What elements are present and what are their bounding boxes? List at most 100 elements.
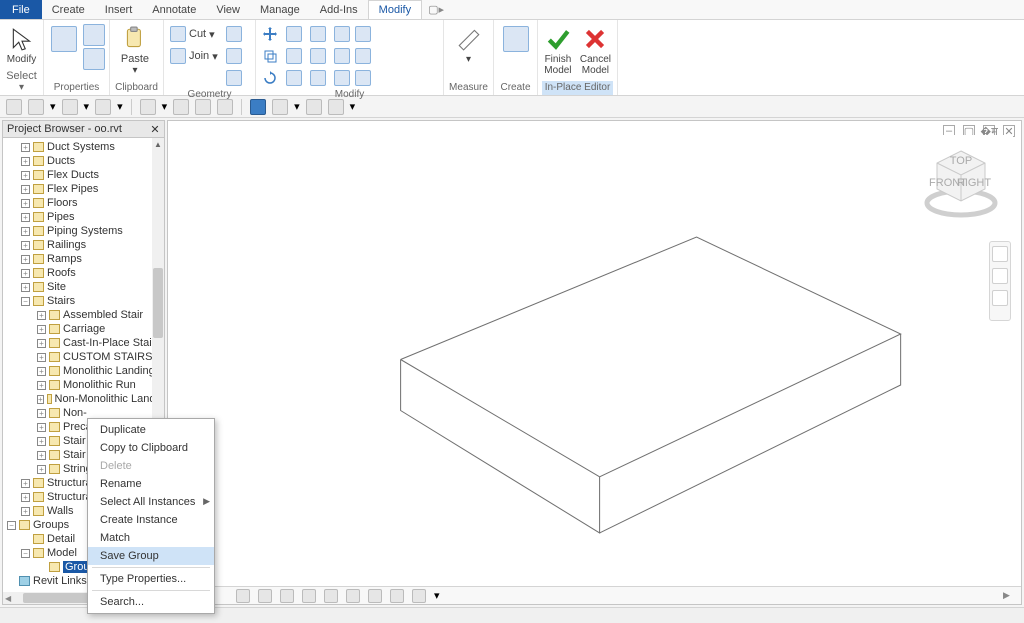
- tree-node[interactable]: Flex Ducts: [3, 168, 164, 182]
- cancel-model-button[interactable]: Cancel Model: [578, 24, 613, 76]
- tree-node[interactable]: Piping Systems: [3, 224, 164, 238]
- tree-node[interactable]: Non-Monolithic Landin: [3, 392, 164, 406]
- tree-node[interactable]: Cast-In-Place Stair: [3, 336, 164, 350]
- qat-icon7[interactable]: [217, 99, 233, 115]
- tab-create[interactable]: Create: [42, 0, 95, 19]
- select-tool[interactable]: Modify: [4, 24, 39, 65]
- move-icon[interactable]: [260, 24, 280, 44]
- vb-icon3[interactable]: [280, 589, 294, 603]
- vb-icon7[interactable]: [368, 589, 382, 603]
- tree-node[interactable]: Flex Pipes: [3, 182, 164, 196]
- menu-item[interactable]: Match: [88, 529, 214, 547]
- project-browser-title[interactable]: Project Browser - oo.rvt ✕: [3, 121, 164, 138]
- qat-icon6[interactable]: [195, 99, 211, 115]
- menu-item[interactable]: Rename: [88, 475, 214, 493]
- vb-shadows-icon[interactable]: [324, 589, 338, 603]
- geom-icon2[interactable]: [224, 46, 244, 66]
- menu-item[interactable]: Save Group: [88, 547, 214, 565]
- mirror-icon[interactable]: [286, 48, 302, 64]
- tree-node[interactable]: Pipes: [3, 210, 164, 224]
- scale-icon[interactable]: [334, 70, 350, 86]
- nav-pan-icon[interactable]: [992, 268, 1008, 284]
- geom-icon3[interactable]: [224, 68, 244, 88]
- qat-icon5[interactable]: [173, 99, 189, 115]
- tree-node[interactable]: Monolithic Landing: [3, 364, 164, 378]
- tree-node[interactable]: Duct Systems: [3, 140, 164, 154]
- mod-icon-b[interactable]: [355, 26, 371, 42]
- tab-view[interactable]: View: [206, 0, 250, 19]
- mod-icon-c[interactable]: [334, 48, 350, 64]
- vb-crop-icon[interactable]: [390, 589, 404, 603]
- vb-icon1[interactable]: [236, 589, 250, 603]
- copy-icon[interactable]: [260, 46, 280, 66]
- vb-icon6[interactable]: [346, 589, 360, 603]
- qat-icon10[interactable]: [306, 99, 322, 115]
- tab-annotate[interactable]: Annotate: [142, 0, 206, 19]
- qat-print-icon[interactable]: [140, 99, 156, 115]
- create-button[interactable]: x: [498, 24, 533, 65]
- split-icon[interactable]: [310, 48, 326, 64]
- tree-node[interactable]: Ramps: [3, 252, 164, 266]
- finish-model-button[interactable]: Finish Model: [542, 24, 574, 76]
- nav-wheel-icon[interactable]: [992, 246, 1008, 262]
- tree-node[interactable]: Stairs: [3, 294, 164, 308]
- context-menu: DuplicateCopy to ClipboardDeleteRenameSe…: [87, 418, 215, 614]
- tree-node[interactable]: Ducts: [3, 154, 164, 168]
- array-icon[interactable]: [310, 70, 326, 86]
- vb-sunpath-icon[interactable]: [302, 589, 316, 603]
- tree-node[interactable]: Floors: [3, 196, 164, 210]
- offset-icon[interactable]: [286, 70, 302, 86]
- qat-icon9[interactable]: [272, 99, 288, 115]
- menu-item[interactable]: Duplicate: [88, 421, 214, 439]
- trim-icon[interactable]: [310, 26, 326, 42]
- menu-item[interactable]: Create Instance: [88, 511, 214, 529]
- group-properties-label: Properties: [48, 81, 105, 95]
- qat-undo-icon[interactable]: [62, 99, 78, 115]
- qat-save-icon[interactable]: [28, 99, 44, 115]
- qat-icon11[interactable]: [328, 99, 344, 115]
- tab-addins[interactable]: Add-Ins: [310, 0, 368, 19]
- tree-node[interactable]: Railings: [3, 238, 164, 252]
- mod-icon-d[interactable]: [355, 48, 371, 64]
- type-selector-icon[interactable]: [83, 24, 105, 46]
- vb-icon9[interactable]: [412, 589, 426, 603]
- play-icon[interactable]: ▢▸: [422, 0, 450, 19]
- properties-button[interactable]: x: [48, 24, 79, 65]
- model-canvas[interactable]: [176, 135, 1013, 584]
- mod-icon-f[interactable]: [355, 70, 371, 86]
- navigation-bar[interactable]: [989, 241, 1011, 321]
- vb-icon2[interactable]: [258, 589, 272, 603]
- tree-node[interactable]: Monolithic Run: [3, 378, 164, 392]
- prop-icon2[interactable]: [83, 48, 105, 70]
- qat-thin-lines-icon[interactable]: [250, 99, 266, 115]
- 3d-viewport[interactable]: – ▢ �म ✕ TOP FRONT RIGHT: [167, 120, 1022, 605]
- menu-item[interactable]: Search...: [88, 593, 214, 611]
- tab-insert[interactable]: Insert: [95, 0, 143, 19]
- tab-manage[interactable]: Manage: [250, 0, 310, 19]
- tree-node[interactable]: Carriage: [3, 322, 164, 336]
- paste-button[interactable]: Paste▾: [114, 24, 156, 76]
- tree-node[interactable]: CUSTOM STAIRS: [3, 350, 164, 364]
- menu-item[interactable]: Type Properties...: [88, 570, 214, 588]
- tab-modify[interactable]: Modify: [368, 0, 422, 19]
- qat-icon[interactable]: [6, 99, 22, 115]
- rotate-icon[interactable]: [260, 68, 280, 88]
- tree-node[interactable]: Site: [3, 280, 164, 294]
- measure-button[interactable]: ▾: [448, 24, 489, 65]
- tree-node[interactable]: Roofs: [3, 266, 164, 280]
- tree-node[interactable]: Assembled Stair: [3, 308, 164, 322]
- menu-item[interactable]: Select All Instances▶: [88, 493, 214, 511]
- qat-redo-icon[interactable]: [95, 99, 111, 115]
- menu-item[interactable]: Copy to Clipboard: [88, 439, 214, 457]
- cut-button[interactable]: Cut ▾: [168, 24, 220, 44]
- align-icon[interactable]: [286, 26, 302, 42]
- join-button[interactable]: Join ▾: [168, 46, 220, 66]
- close-icon[interactable]: ✕: [150, 124, 160, 134]
- menu-bar: File Create Insert Annotate View Manage …: [0, 0, 1024, 20]
- view-cube[interactable]: TOP FRONT RIGHT: [921, 141, 1001, 221]
- nav-zoom-icon[interactable]: [992, 290, 1008, 306]
- cope-icon[interactable]: [224, 24, 244, 44]
- pin-icon[interactable]: [334, 26, 350, 42]
- model-geometry: [176, 135, 1013, 584]
- tab-file[interactable]: File: [0, 0, 42, 19]
